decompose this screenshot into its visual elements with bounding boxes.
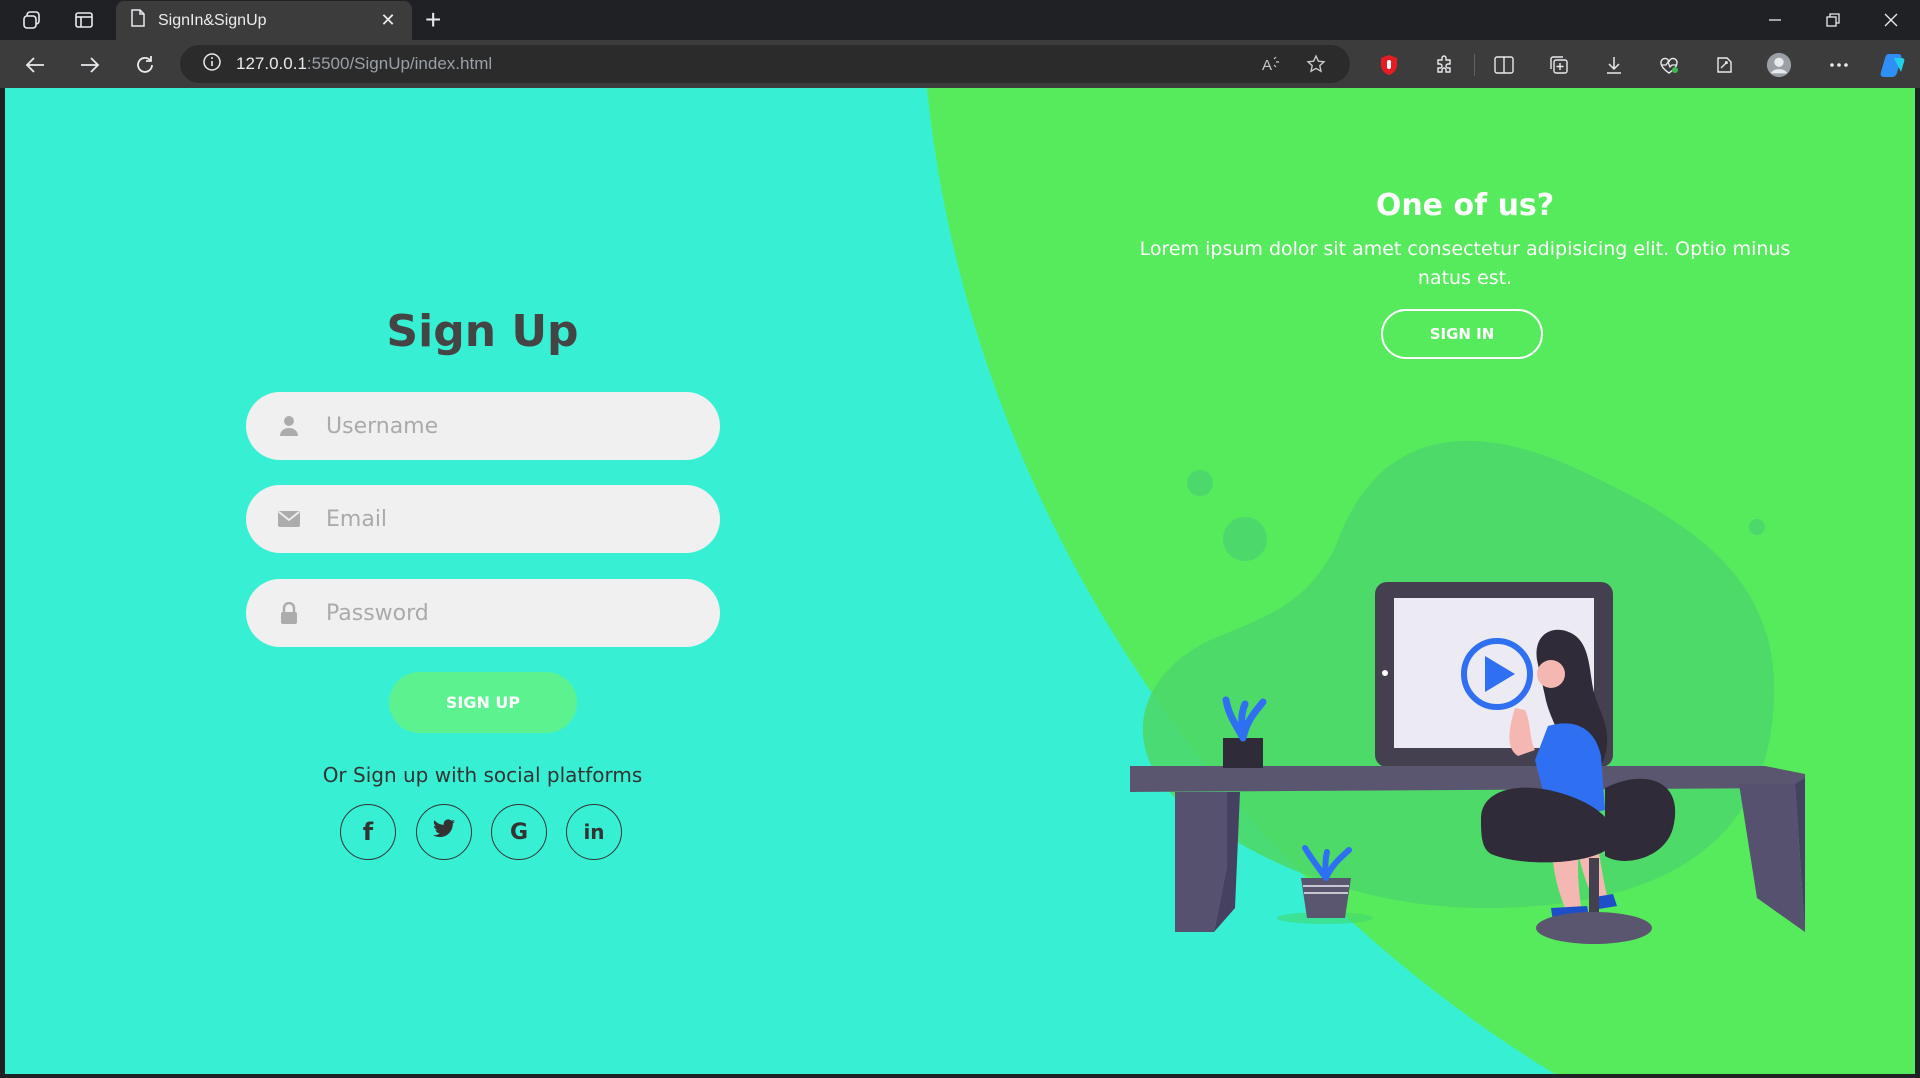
google-button[interactable]: G [491,804,547,860]
workspaces-icon[interactable] [20,8,44,32]
back-icon[interactable] [22,52,48,78]
desk-illustration [1130,440,1805,944]
minimize-icon[interactable] [1752,8,1798,32]
url-text: 127.0.0.1:5500/SignUp/index.html [236,54,492,74]
profile-avatar-icon[interactable] [1766,52,1792,78]
facebook-button[interactable]: f [340,804,396,860]
linkedin-icon: in [583,820,605,844]
envelope-icon [276,506,302,532]
password-field[interactable] [246,579,720,647]
sign-up-button[interactable]: SIGN UP [389,672,577,733]
username-input[interactable] [324,412,708,440]
panel-title: One of us? [1375,188,1555,223]
browser-essentials-icon[interactable] [1656,52,1682,78]
tab-title: SignIn&SignUp [158,11,267,29]
toolbar-divider [1474,54,1475,76]
extensions-icon[interactable] [1431,52,1457,78]
more-options-icon[interactable] [1826,52,1852,78]
address-bar[interactable]: 127.0.0.1:5500/SignUp/index.html A [180,45,1350,83]
site-info-icon[interactable] [202,52,222,77]
copilot-icon[interactable] [1880,52,1906,78]
favorite-star-icon[interactable] [1305,53,1327,75]
facebook-icon: f [362,818,374,846]
social-platforms-text: Or Sign up with social platforms [322,763,643,787]
collections-icon[interactable] [1546,52,1572,78]
user-icon [276,413,302,439]
linkedin-button[interactable]: in [566,804,622,860]
downloads-icon[interactable] [1601,52,1627,78]
email-input[interactable] [324,505,708,533]
forward-icon[interactable] [77,52,103,78]
adblock-extension-icon[interactable] [1376,52,1402,78]
password-input[interactable] [324,599,708,627]
panel-description: Lorem ipsum dolor sit amet consectetur a… [1139,238,1791,289]
browser-toolbar: 127.0.0.1:5500/SignUp/index.html A [0,40,1920,88]
page-title: Sign Up [386,306,579,357]
google-icon: G [509,819,529,845]
url-path: :5500/SignUp/index.html [306,54,493,73]
close-tab-icon[interactable]: ✕ [378,10,398,31]
page-icon [130,9,146,32]
restore-icon[interactable] [1810,8,1856,32]
new-tab-icon[interactable]: + [425,5,441,35]
email-field[interactable] [246,485,720,553]
split-screen-icon[interactable] [1491,52,1517,78]
page-viewport: Sign Up SIGN UP Or Sign up with social p… [5,88,1915,1074]
performance-icon[interactable] [1711,52,1737,78]
read-aloud-icon[interactable]: A [1260,53,1282,75]
reload-icon[interactable] [132,52,158,78]
sign-in-button[interactable]: SIGN IN [1381,309,1543,359]
browser-tab-bar: SignIn&SignUp ✕ + [0,0,1920,40]
twitter-button[interactable] [416,804,472,860]
url-host: 127.0.0.1 [236,54,307,73]
tab-actions-icon[interactable] [72,8,96,32]
lock-icon [276,600,302,626]
twitter-icon [432,819,456,845]
username-field[interactable] [246,392,720,460]
browser-tab[interactable]: SignIn&SignUp ✕ [116,1,412,40]
svg-text:A: A [1262,57,1272,73]
close-window-icon[interactable] [1868,8,1914,32]
